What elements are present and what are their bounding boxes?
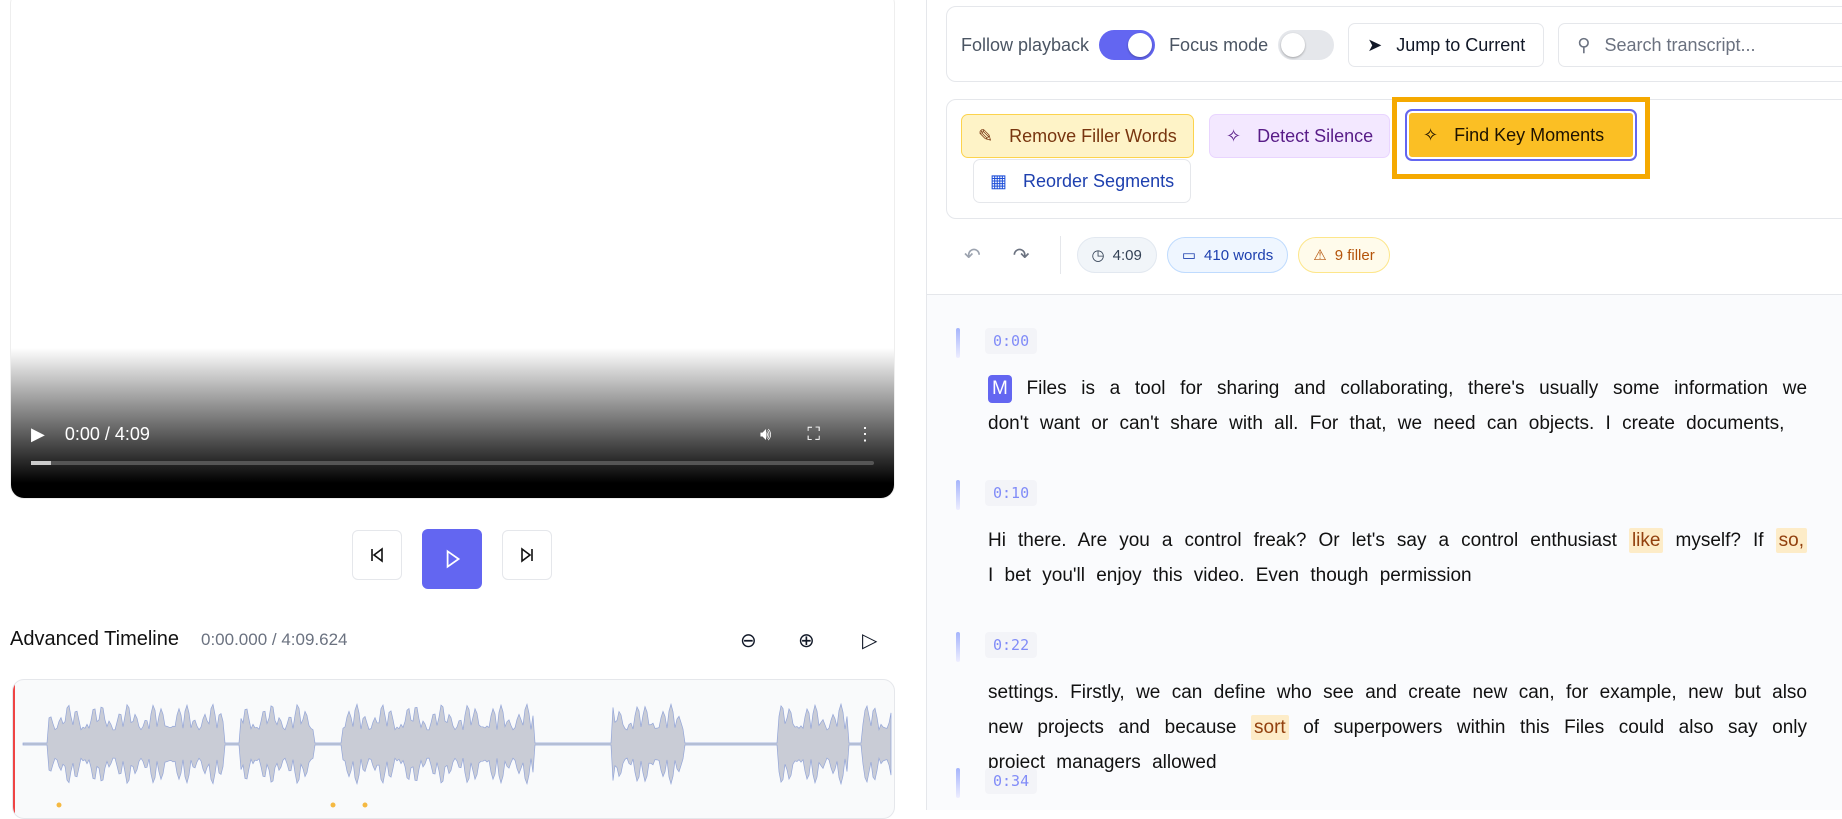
stats-bar: ↶ ↷ ◷ 4:09 ▭ 410 words ⚠ 9 filler <box>946 236 1400 274</box>
filler-word[interactable]: sort <box>1251 715 1289 740</box>
filler-word[interactable]: like <box>1628 528 1664 553</box>
find-key-label: Find Key Moments <box>1454 124 1605 145</box>
focus-mode-label: Focus mode <box>1169 34 1269 55</box>
filler-word[interactable]: so, <box>1775 528 1808 553</box>
remove-filler-words-button[interactable]: ✎ Remove Filler Words <box>961 114 1194 158</box>
fullscreen-icon[interactable]: ⛶ <box>807 424 820 445</box>
segment-marker <box>956 328 960 358</box>
waveform-graphic <box>13 680 892 818</box>
filler-marker <box>56 802 62 808</box>
video-time: 0:00 / 4:09 <box>64 423 150 444</box>
focus-mode-toggle[interactable] <box>1278 30 1335 60</box>
waveform-path <box>22 702 892 786</box>
segment-timestamp[interactable]: 0:22 <box>985 632 1038 658</box>
timeline-time: 0:00.000 / 4:09.624 <box>200 630 348 649</box>
skip-forward-icon <box>521 547 533 563</box>
segment-timestamp[interactable]: 0:34 <box>985 768 1038 794</box>
search-input[interactable]: ⚲ Search transcript... <box>1558 23 1842 67</box>
segment-text[interactable]: Hi there. Are you a control freak? Or le… <box>988 523 1808 593</box>
sparkles-icon: ✧ <box>1423 124 1439 145</box>
video-player[interactable]: ▶ 0:00 / 4:09 🔊︎ ⛶ ⋮ <box>10 0 895 499</box>
timeline-play-icon[interactable]: ▷ <box>862 628 877 653</box>
segment-text[interactable]: M Files is a tool for sharing and collab… <box>988 371 1807 441</box>
jump-to-current-button[interactable]: ➤ Jump to Current <box>1348 23 1545 67</box>
detect-silence-button[interactable]: ✧ Detect Silence <box>1209 114 1391 158</box>
find-key-moments-button[interactable]: ✧ Find Key Moments <box>1405 109 1637 161</box>
segment-marker <box>956 768 960 798</box>
filler-marker <box>330 802 336 808</box>
skip-back-icon <box>371 547 383 563</box>
warning-icon: ⚠ <box>1313 247 1327 264</box>
segment-text[interactable]: settings. Firstly, we can define who see… <box>988 675 1807 780</box>
ai-actions-card: ✎ Remove Filler Words ✧ Detect Silence ✧ Fi… <box>946 97 1842 219</box>
zoom-in-icon[interactable]: ⊕ <box>798 628 815 653</box>
timeline-title: Advanced Timeline <box>10 628 179 650</box>
duration-chip: ◷ 4:09 <box>1076 237 1157 273</box>
remove-filler-label: Remove Filler Words <box>1009 125 1177 146</box>
detect-silence-label: Detect Silence <box>1257 125 1374 146</box>
playback-controls-card: Follow playback Focus mode ➤ Jump to Cur… <box>946 6 1842 82</box>
segment-timestamp[interactable]: 0:10 <box>985 480 1038 506</box>
video-progress-bar[interactable] <box>31 461 874 465</box>
waveform[interactable] <box>12 679 895 819</box>
reorder-segments-button[interactable]: ▦ Reorder Segments <box>973 159 1192 203</box>
follow-playback-label: Follow playback <box>961 34 1090 55</box>
grid-icon: ▦ <box>990 170 1008 191</box>
player-panel: ▶ 0:00 / 4:09 🔊︎ ⛶ ⋮ Advanced Timeline 0… <box>0 0 926 819</box>
skip-forward-button[interactable] <box>502 530 552 580</box>
comment-icon: ▭ <box>1181 247 1197 264</box>
navigation-icon: ➤ <box>1367 34 1383 55</box>
jump-label: Jump to Current <box>1396 34 1526 55</box>
play-icon[interactable]: ▶ <box>31 424 45 445</box>
follow-playback-toggle[interactable] <box>1099 30 1156 60</box>
words-chip: ▭ 410 words <box>1166 237 1289 273</box>
segment-marker <box>956 632 960 662</box>
segment-marker <box>956 480 960 510</box>
undo-icon[interactable]: ↶ <box>964 243 981 268</box>
filler-marker <box>362 802 368 808</box>
play-button[interactable] <box>422 529 482 589</box>
volume-icon[interactable]: 🔊︎ <box>760 424 771 445</box>
search-icon: ⚲ <box>1577 34 1591 55</box>
filler-value: 9 filler <box>1334 246 1375 264</box>
speaker-badge: M <box>988 375 1012 403</box>
redo-icon[interactable]: ↷ <box>1013 243 1030 268</box>
sparkles-icon: ✧ <box>1226 125 1242 146</box>
search-placeholder: Search transcript... <box>1604 34 1756 55</box>
clock-icon: ◷ <box>1091 247 1105 264</box>
duration-value: 4:09 <box>1112 246 1142 264</box>
skip-back-button[interactable] <box>352 530 402 580</box>
filler-chip: ⚠ 9 filler <box>1298 237 1390 273</box>
reorder-label: Reorder Segments <box>1023 170 1175 191</box>
magic-wand-icon: ✎ <box>978 125 994 146</box>
playhead <box>13 680 15 818</box>
play-icon <box>446 549 461 569</box>
segment-timestamp[interactable]: 0:00 <box>985 328 1038 354</box>
more-icon[interactable]: ⋮ <box>856 424 874 445</box>
zoom-out-icon[interactable]: ⊖ <box>740 628 757 653</box>
transcript[interactable]: 0:00 M Files is a tool for sharing and co… <box>927 295 1842 810</box>
words-value: 410 words <box>1204 246 1274 264</box>
